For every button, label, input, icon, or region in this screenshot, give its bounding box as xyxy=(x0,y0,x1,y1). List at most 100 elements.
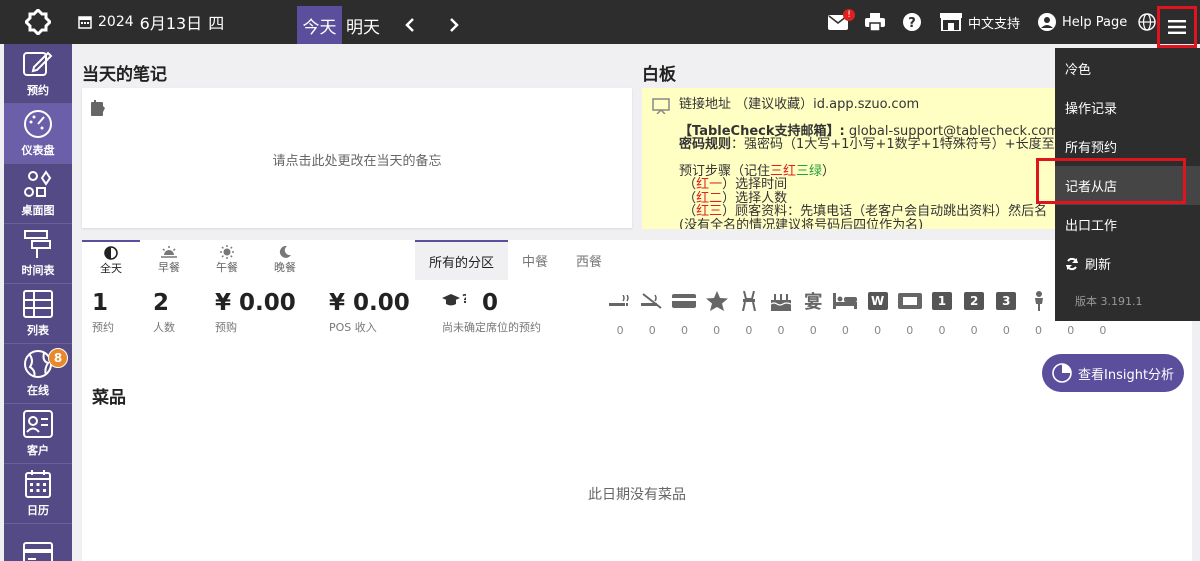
next-day-button[interactable] xyxy=(440,6,468,44)
status-count: 0 xyxy=(1099,324,1107,337)
status-count: 0 xyxy=(1002,324,1010,337)
menu-item-operation-log[interactable]: 操作记录 xyxy=(1055,88,1200,127)
today-button[interactable]: 今天 xyxy=(297,6,342,44)
dashboard-gauge-icon xyxy=(24,110,52,138)
menu-item-export[interactable]: 出口工作 xyxy=(1055,205,1200,244)
board-line: ） xyxy=(822,163,836,179)
sidebar-item-list[interactable]: 列表 xyxy=(4,284,72,344)
date-weekday: 四 xyxy=(208,14,225,33)
star-icon xyxy=(705,290,728,312)
store-icon xyxy=(940,13,962,31)
stat-prepay: ¥ 0.00 预购 xyxy=(215,290,296,335)
status-bed: 0 xyxy=(829,290,861,337)
credit-card-icon xyxy=(23,541,53,561)
sidebar-item-dashboard[interactable]: 仪表盘 xyxy=(4,104,72,164)
tab-chinese[interactable]: 中餐 xyxy=(508,240,562,280)
version-text: 版本 3.191.1 xyxy=(1075,295,1143,308)
prev-day-button[interactable] xyxy=(396,6,424,44)
stat-pos-revenue: ¥ 0.00 POS 收入 xyxy=(329,290,410,335)
support-button[interactable]: 中文支持 xyxy=(940,0,1020,44)
tab-label: 午餐 xyxy=(216,261,238,274)
stat-value: ¥ 0.00 xyxy=(215,290,296,316)
status-birthday: 0 xyxy=(765,290,797,337)
menu-item-refresh[interactable]: 刷新 xyxy=(1055,244,1200,283)
sidebar-item-payment[interactable] xyxy=(4,524,72,561)
status-no-smoking: 0 xyxy=(636,290,668,337)
status-count: 0 xyxy=(745,324,753,337)
whiteboard[interactable]: 链接地址 （建议收藏）id.app.szuo.com 【TableCheck支持… xyxy=(642,88,1056,229)
tab-western[interactable]: 西餐 xyxy=(562,240,616,280)
tab-dinner[interactable]: 晚餐 xyxy=(256,240,314,280)
help-page-link[interactable]: Help Page xyxy=(1038,0,1127,44)
tab-label: 晚餐 xyxy=(274,261,296,274)
banquet-icon: 宴 xyxy=(804,292,823,313)
sidebar-label: 日历 xyxy=(27,504,49,517)
status-count: 0 xyxy=(616,324,624,337)
refresh-label: 刷新 xyxy=(1085,258,1112,273)
help-page-label: Help Page xyxy=(1062,14,1128,30)
tab-all-areas[interactable]: 所有的分区 xyxy=(415,240,509,280)
sidebar-item-timeline[interactable]: 时间表 xyxy=(4,224,72,284)
high-chair-icon xyxy=(741,290,757,312)
date-picker[interactable]: 2024 6月13日 四 xyxy=(78,0,224,44)
no-smoking-icon xyxy=(641,290,663,312)
whiteboard-icon xyxy=(652,98,670,114)
stats-panel: 全天 早餐 午餐 晚餐 所有的分区 中餐 西餐 1 预约 2 人数 ¥ 0.00… xyxy=(82,240,1192,561)
logo-icon xyxy=(25,9,51,35)
stat-value: 0 xyxy=(482,290,499,316)
board-line: （ xyxy=(683,204,697,219)
tab-all-day[interactable]: 全天 xyxy=(82,240,140,280)
stat-label: 尚未确定席位的预约 xyxy=(442,321,541,334)
contact-card-icon xyxy=(23,410,53,438)
chevron-right-icon xyxy=(450,18,459,32)
date-year: 2024 xyxy=(98,14,134,30)
board-red-text: 红三 xyxy=(696,204,723,219)
tomorrow-button[interactable]: 明天 xyxy=(346,6,380,44)
menu-item-cool-color[interactable]: 冷色 xyxy=(1055,49,1200,88)
mail-button[interactable]: ! xyxy=(826,0,855,44)
insight-analysis-button[interactable]: 查看Insight分析 xyxy=(1042,354,1184,392)
sidebar-item-reservation[interactable]: 预约 xyxy=(4,44,72,104)
stat-guests: 2 人数 xyxy=(153,290,175,335)
sidebar-item-customers[interactable]: 客户 xyxy=(4,404,72,464)
status-ticket: 0 xyxy=(894,290,926,337)
graduation-cap-question-icon: ? xyxy=(442,292,469,306)
sidebar-label: 桌面图 xyxy=(21,204,55,217)
bed-icon xyxy=(833,290,858,312)
sidebar-label: 列表 xyxy=(27,324,49,337)
sidebar-item-calendar[interactable]: 日历 xyxy=(4,464,72,524)
tab-lunch[interactable]: 午餐 xyxy=(198,240,256,280)
notes-title: 当天的笔记 xyxy=(82,65,167,85)
dishes-empty-message: 此日期没有菜品 xyxy=(588,487,686,503)
print-button[interactable] xyxy=(864,0,886,44)
sidebar-item-floor[interactable]: 桌面图 xyxy=(4,164,72,224)
tab-breakfast[interactable]: 早餐 xyxy=(140,240,198,280)
daily-notes-box[interactable]: 请点击此处更改在当天的备忘 xyxy=(82,88,632,228)
status-count: 0 xyxy=(713,324,721,337)
sidebar-label: 在线 xyxy=(27,384,49,397)
sidebar-label: 预约 xyxy=(27,84,49,97)
status-1: 10 xyxy=(926,290,958,337)
status-count: 0 xyxy=(874,324,882,337)
stat-value: 1 xyxy=(92,290,109,316)
stat-label: 人数 xyxy=(153,321,175,334)
status-count: 0 xyxy=(680,324,688,337)
sidebar-item-online[interactable]: 在线 8 xyxy=(4,344,72,404)
sun-icon xyxy=(220,245,234,259)
status-3: 30 xyxy=(990,290,1022,337)
status-icon-row: 0 0 0 0 0 0 宴0 0 W0 0 10 20 30 0 0 0 xyxy=(604,290,1119,337)
stat-label: 预约 xyxy=(92,321,114,334)
language-button[interactable] xyxy=(1137,0,1157,44)
status-person: 0 xyxy=(1022,290,1054,337)
status-count: 0 xyxy=(841,324,849,337)
hamburger-menu-button[interactable] xyxy=(1157,6,1197,48)
edit-icon xyxy=(23,51,53,76)
mail-alert-badge: ! xyxy=(843,9,855,21)
help-button[interactable]: ? xyxy=(902,0,922,44)
top-bar: 2024 6月13日 四 今天 明天 ! ? 中文支持 Help Page xyxy=(0,0,1200,44)
board-line: 链接地址 （建议收藏）id.app.szuo.com xyxy=(679,97,920,112)
app-logo[interactable] xyxy=(4,0,72,44)
status-high-chair: 0 xyxy=(733,290,765,337)
refresh-icon xyxy=(1066,257,1078,270)
board-green-text: 三绿 xyxy=(796,163,823,179)
